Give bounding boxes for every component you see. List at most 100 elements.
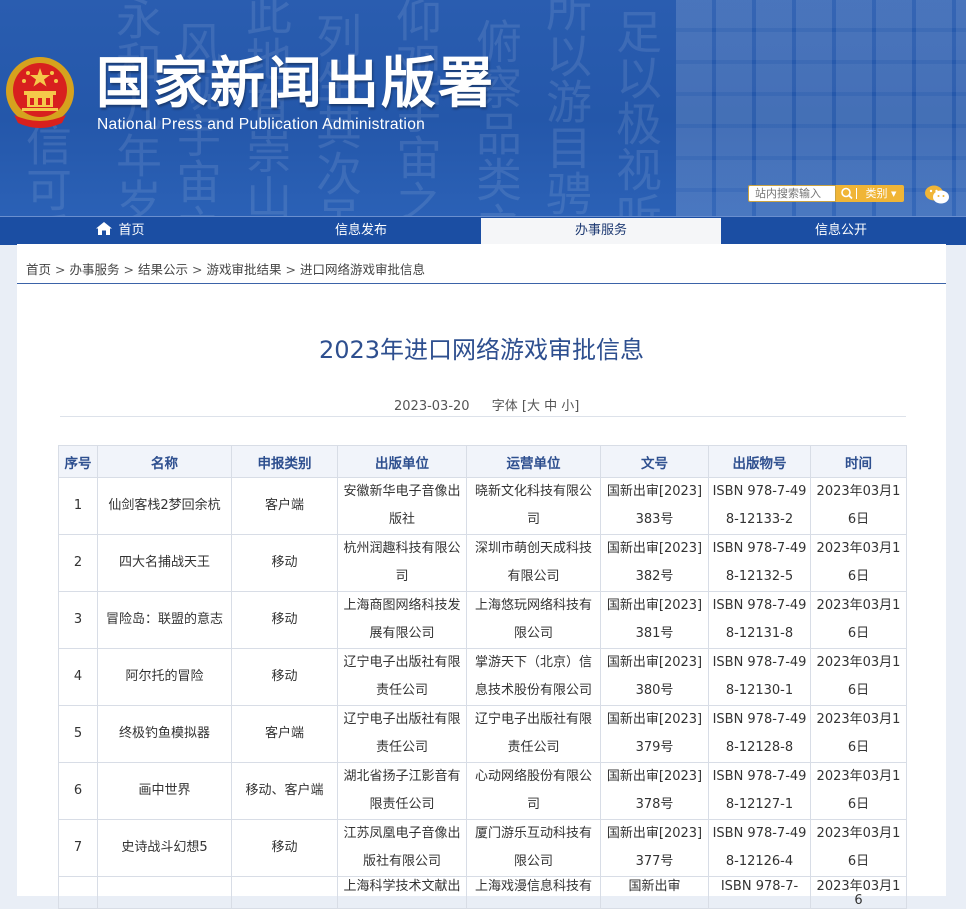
- table-cell: 晓新文化科技有限公司: [466, 477, 601, 535]
- table-cell: ISBN 978-7-498-12130-1: [708, 648, 811, 706]
- table-cell: [231, 876, 338, 909]
- breadcrumb-separator: >: [192, 262, 203, 277]
- main-nav: 首页 信息发布 办事服务 信息公开: [0, 216, 966, 245]
- table-cell: 2023年03月16: [810, 876, 907, 909]
- site-title: 国家新闻出版署: [96, 50, 496, 115]
- table-row: 1 仙剑客栈2梦回余杭 客户端 安徽新华电子音像出版社 晓新文化科技有限公司 国…: [58, 477, 907, 535]
- nav-item-label: 办事服务: [574, 223, 627, 238]
- table-cell: 移动、客户端: [231, 762, 338, 820]
- table-cell: 辽宁电子出版社有限责任公司: [337, 705, 467, 763]
- table-cell: 上海悠玩网络科技有限公司: [466, 591, 601, 649]
- font-size-small-button[interactable]: 小: [561, 399, 574, 414]
- approval-table: 序号 名称 申报类别 出版单位 运营单位 文号 出版物号 时间 1 仙剑客栈2梦…: [58, 445, 907, 909]
- table-cell: 6: [58, 762, 98, 820]
- table-cell: 客户端: [231, 477, 338, 535]
- table-cell: 7: [58, 819, 98, 877]
- table-row: 7 史诗战斗幻想5 移动 江苏凤凰电子音像出版社有限公司 厦门游乐互动科技有限公…: [58, 819, 907, 877]
- table-header-row: 序号 名称 申报类别 出版单位 运营单位 文号 出版物号 时间: [58, 445, 907, 478]
- category-label: 类别: [865, 187, 888, 200]
- home-icon: [96, 222, 113, 235]
- table-cell: 辽宁电子出版社有限责任公司: [466, 705, 601, 763]
- column-header: 出版物号: [708, 445, 811, 478]
- table-cell: ISBN 978-7-498-12127-1: [708, 762, 811, 820]
- meta-divider: [60, 416, 906, 417]
- font-size-bracket: ]: [574, 399, 580, 414]
- table-cell: 5: [58, 705, 98, 763]
- search-input[interactable]: [748, 185, 836, 202]
- table-cell: 仙剑客栈2梦回余杭: [97, 477, 232, 535]
- breadcrumb-link-results[interactable]: 结果公示: [138, 262, 188, 277]
- breadcrumb-separator: >: [55, 262, 66, 277]
- breadcrumb-separator: >: [123, 262, 134, 277]
- publish-date: 2023-03-20: [394, 399, 470, 414]
- wechat-icon[interactable]: [924, 184, 950, 206]
- calligraphy-decor: 俯察品类之盛: [469, 18, 523, 216]
- table-cell: 湖北省扬子江影音有限责任公司: [337, 762, 467, 820]
- nav-item-disclosure[interactable]: 信息公开: [721, 217, 961, 245]
- column-header: 申报类别: [231, 445, 338, 478]
- site-banner: 永和九年岁在 风观宇宙之大 此地有崇山峻 列坐其次虽无 仰观宇宙之大 俯察品类之…: [0, 0, 966, 216]
- table-cell: 四大名捕战天王: [97, 534, 232, 592]
- table-cell: 上海科学技术文献出: [337, 876, 467, 909]
- article-meta: 2023-03-20 字体 [大 中 小]: [394, 395, 579, 414]
- column-header: 出版单位: [337, 445, 467, 478]
- table-cell: ISBN 978-7-498-12133-2: [708, 477, 811, 535]
- table-cell: 上海商图网络科技发展有限公司: [337, 591, 467, 649]
- table-cell: 史诗战斗幻想5: [97, 819, 232, 877]
- table-cell: 3: [58, 591, 98, 649]
- table-cell: ISBN 978-7-498-12128-8: [708, 705, 811, 763]
- table-cell: 2023年03月16日: [810, 762, 907, 820]
- calligraphy-decor: 足以极视听之: [609, 8, 663, 216]
- table-cell: 国新出审[2023]381号: [600, 591, 709, 649]
- table-cell: 上海戏漫信息科技有: [466, 876, 601, 909]
- search-button[interactable]: [836, 185, 858, 202]
- breadcrumb-link-home[interactable]: 首页: [26, 262, 51, 277]
- font-size-medium-button[interactable]: 中: [544, 399, 557, 414]
- table-row: 5 终极钓鱼模拟器 客户端 辽宁电子出版社有限责任公司 辽宁电子出版社有限责任公…: [58, 705, 907, 763]
- table-cell: ISBN 978-7-498-12126-4: [708, 819, 811, 877]
- breadcrumb-link-services[interactable]: 办事服务: [70, 262, 120, 277]
- table-cell: 杭州润趣科技有限公司: [337, 534, 467, 592]
- column-header: 名称: [97, 445, 232, 478]
- table-cell: 4: [58, 648, 98, 706]
- breadcrumb-link-import-games[interactable]: 进口网络游戏审批信息: [300, 262, 425, 277]
- breadcrumb-link-game-approval[interactable]: 游戏审批结果: [207, 262, 282, 277]
- table-cell: 国新出审[2023]380号: [600, 648, 709, 706]
- table-cell: 江苏凤凰电子音像出版社有限公司: [337, 819, 467, 877]
- table-cell: ISBN 978-7-498-12131-8: [708, 591, 811, 649]
- nav-item-news[interactable]: 信息发布: [241, 217, 481, 245]
- national-emblem-icon: [6, 57, 74, 128]
- column-header: 时间: [810, 445, 907, 478]
- table-cell: 国新出审[2023]377号: [600, 819, 709, 877]
- table-row: 6 画中世界 移动、客户端 湖北省扬子江影音有限责任公司 心动网络股份有限公司 …: [58, 762, 907, 820]
- table-cell: 2: [58, 534, 98, 592]
- table-cell: 心动网络股份有限公司: [466, 762, 601, 820]
- chevron-down-icon: ▼: [891, 190, 897, 198]
- table-cell: 2023年03月16日: [810, 534, 907, 592]
- table-cell: 2023年03月16日: [810, 477, 907, 535]
- nav-item-services[interactable]: 办事服务: [481, 218, 721, 244]
- table-cell: 国新出审[2023]379号: [600, 705, 709, 763]
- table-cell: 终极钓鱼模拟器: [97, 705, 232, 763]
- breadcrumb: 首页 > 办事服务 > 结果公示 > 游戏审批结果 > 进口网络游戏审批信息: [26, 259, 425, 278]
- nav-item-home[interactable]: 首页: [0, 217, 241, 245]
- table-cell: 移动: [231, 648, 338, 706]
- search-icon: [841, 187, 857, 200]
- table-cell: 1: [58, 477, 98, 535]
- table-cell: 安徽新华电子音像出版社: [337, 477, 467, 535]
- table-cell: 国新出审[2023]382号: [600, 534, 709, 592]
- nav-item-label: 信息公开: [814, 223, 867, 238]
- category-dropdown[interactable]: 类别 ▼: [858, 185, 904, 202]
- character-grid-decor: [676, 0, 966, 216]
- nav-item-label: 信息发布: [334, 223, 387, 238]
- table-cell: 移动: [231, 819, 338, 877]
- table-row: 上海科学技术文献出 上海戏漫信息科技有 国新出审 ISBN 978-7- 202…: [58, 876, 907, 909]
- page-title: 2023年进口网络游戏审批信息: [318, 336, 645, 364]
- font-size-label: 字体: [491, 399, 518, 414]
- table-cell: 辽宁电子出版社有限责任公司: [337, 648, 467, 706]
- column-header: 运营单位: [466, 445, 601, 478]
- table-row: 2 四大名捕战天王 移动 杭州润趣科技有限公司 深圳市萌创天成科技有限公司 国新…: [58, 534, 907, 592]
- table-cell: 国新出审[2023]383号: [600, 477, 709, 535]
- font-size-large-button[interactable]: 大: [527, 399, 540, 414]
- table-cell: ISBN 978-7-: [708, 876, 811, 909]
